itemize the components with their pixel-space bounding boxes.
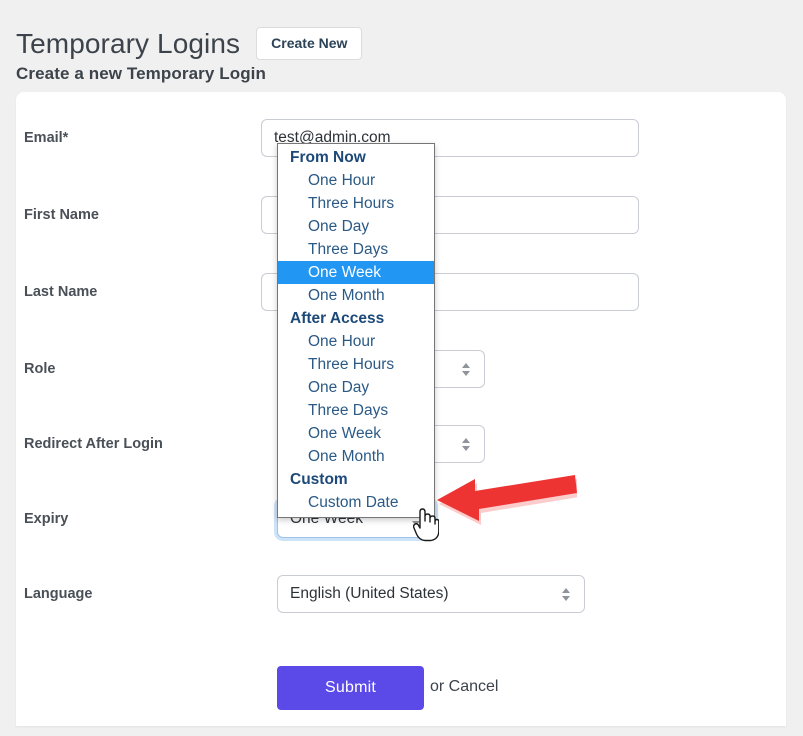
dropdown-option[interactable]: Three Hours — [278, 353, 434, 376]
temporary-logins-page: Temporary Logins Create New Create a new… — [0, 0, 803, 736]
dropdown-option[interactable]: Three Hours — [278, 192, 434, 215]
dropdown-option[interactable]: One Week — [278, 261, 434, 284]
dropdown-option[interactable]: One Month — [278, 284, 434, 307]
first-name-label: First Name — [24, 207, 99, 223]
language-label: Language — [24, 586, 93, 602]
dropdown-option[interactable]: Custom Date — [278, 491, 434, 514]
cancel-area: or Cancel — [430, 678, 498, 696]
section-title: Create a new Temporary Login — [16, 64, 266, 83]
expiry-dropdown-list[interactable]: From Now One Hour Three Hours One Day Three … — [277, 143, 435, 518]
dropdown-option[interactable]: One Day — [278, 376, 434, 399]
create-new-button[interactable]: Create New — [256, 27, 363, 61]
dropdown-group-label: From Now — [290, 149, 366, 166]
chevron-updown-icon — [460, 360, 472, 378]
dropdown-option[interactable]: Three Days — [278, 399, 434, 422]
or-text: or — [430, 678, 449, 695]
chevron-updown-icon — [460, 435, 472, 453]
redirect-after-login-label: Redirect After Login — [24, 436, 163, 452]
submit-button[interactable]: Submit — [277, 666, 424, 710]
chevron-updown-icon — [560, 585, 572, 603]
dropdown-option[interactable]: One Month — [278, 445, 434, 468]
role-label: Role — [24, 361, 56, 377]
dropdown-group-label: After Access — [290, 310, 385, 327]
dropdown-option[interactable]: Three Days — [278, 238, 434, 261]
dropdown-option[interactable]: One Hour — [278, 169, 434, 192]
last-name-label: Last Name — [24, 284, 98, 300]
expiry-label: Expiry — [24, 511, 69, 527]
language-select[interactable]: English (United States) — [277, 575, 585, 613]
dropdown-option[interactable]: One Hour — [278, 330, 434, 353]
email-label: Email* — [24, 130, 69, 146]
language-select-value: English (United States) — [290, 585, 449, 602]
dropdown-option[interactable]: One Week — [278, 422, 434, 445]
dropdown-option[interactable]: One Day — [278, 215, 434, 238]
dropdown-group-label: Custom — [290, 471, 348, 488]
page-title: Temporary Logins — [16, 27, 241, 59]
cancel-link[interactable]: Cancel — [449, 678, 499, 695]
